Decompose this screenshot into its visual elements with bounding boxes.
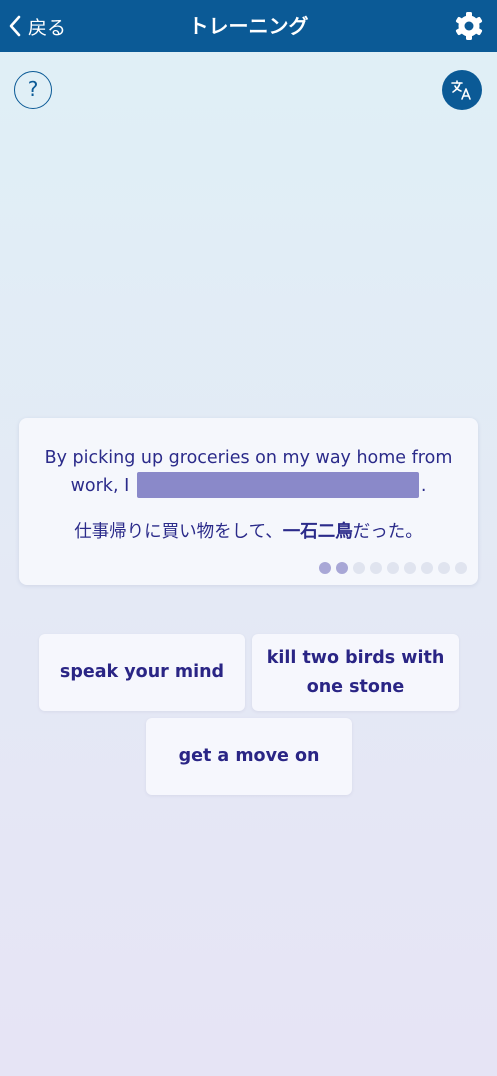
choice-button[interactable]: kill two birds with one stone	[252, 634, 459, 711]
progress-dot	[336, 562, 348, 574]
translation-before: 仕事帰りに買い物をして、	[74, 522, 283, 542]
translation-after: だった。	[352, 522, 423, 542]
choice-button[interactable]: speak your mind	[39, 634, 245, 711]
translation-highlight: 一石二鳥	[282, 522, 353, 542]
progress-dots	[319, 562, 467, 574]
question-translation: 仕事帰りに買い物をして、一石二鳥だった。	[29, 519, 468, 545]
progress-dot	[438, 562, 450, 574]
sentence-after: .	[420, 476, 427, 496]
progress-dot	[421, 562, 433, 574]
progress-dot	[455, 562, 467, 574]
progress-dot	[387, 562, 399, 574]
settings-button[interactable]	[453, 10, 485, 42]
help-button[interactable]: ?	[14, 71, 52, 109]
translate-button[interactable]	[442, 70, 482, 110]
progress-dot	[319, 562, 331, 574]
app-header: 戻る トレーニング	[0, 0, 497, 52]
progress-dot	[370, 562, 382, 574]
progress-dot	[404, 562, 416, 574]
page-title: トレーニング	[188, 14, 309, 38]
question-card: By picking up groceries on my way home f…	[19, 418, 478, 585]
translate-icon	[451, 80, 471, 100]
question-sentence: By picking up groceries on my way home f…	[39, 444, 458, 500]
progress-dot	[353, 562, 365, 574]
gear-icon	[455, 12, 483, 40]
answer-blank[interactable]	[136, 472, 419, 498]
choice-button[interactable]: get a move on	[146, 718, 352, 795]
